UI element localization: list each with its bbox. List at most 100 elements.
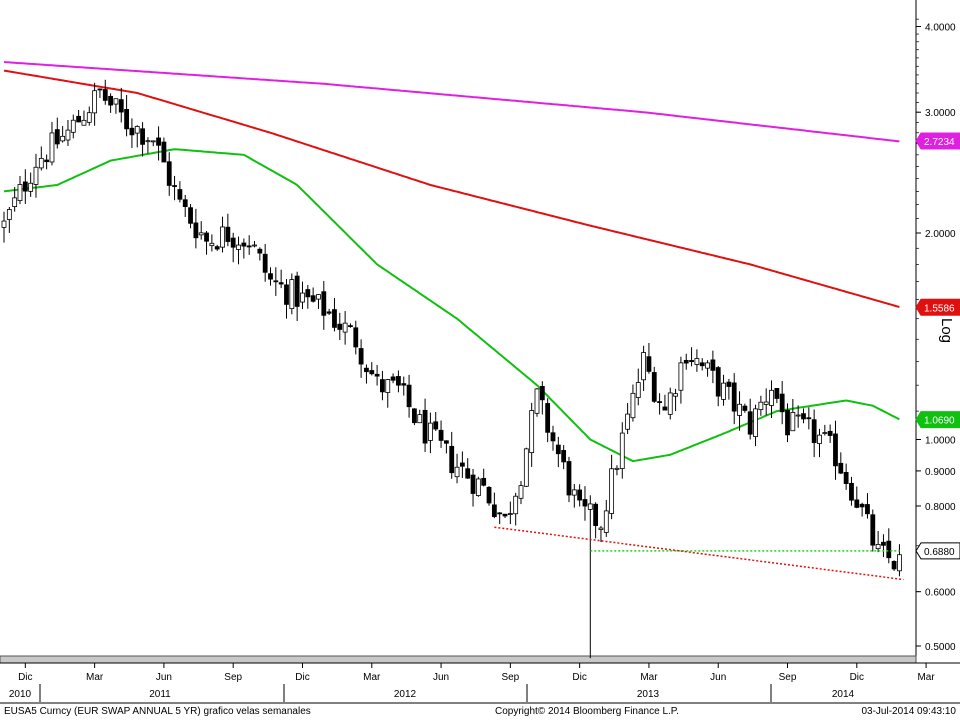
candle-body	[635, 382, 641, 398]
candle-body	[156, 137, 161, 146]
candle-body	[593, 503, 599, 526]
candle-body	[134, 126, 140, 134]
candle-body	[284, 284, 289, 305]
candle-body	[81, 119, 87, 126]
candle-body	[491, 504, 497, 517]
candle-body	[747, 411, 753, 435]
x-year-label: 2012	[394, 689, 417, 700]
candle-body	[678, 362, 684, 391]
candle-body	[102, 89, 108, 101]
x-year-label: 2010	[9, 689, 32, 700]
candle-body	[108, 95, 113, 106]
candle-body	[54, 129, 60, 145]
candle-body	[449, 445, 455, 474]
candle-body	[577, 489, 583, 501]
candle-body	[785, 409, 790, 436]
candle-body	[470, 474, 476, 494]
candle-body	[731, 382, 737, 412]
candle-body	[763, 401, 769, 405]
candle-body	[689, 360, 694, 363]
candle-body	[305, 289, 311, 298]
candle-body	[513, 495, 519, 515]
last-value-badge: 0.6880	[915, 542, 960, 560]
y-tick-label: 2.0000	[925, 229, 956, 240]
moving-average-line-2	[3, 69, 900, 308]
candle-body	[385, 379, 391, 393]
y-tick-label: 0.9000	[925, 467, 956, 478]
candle-body	[667, 392, 673, 415]
badge-label: 1.5586	[924, 303, 955, 314]
last-value-badge: 1.5586	[915, 298, 960, 316]
candle-body	[262, 253, 268, 273]
candle-body	[124, 109, 129, 130]
candle-body	[86, 112, 92, 123]
candle-body	[550, 432, 556, 442]
candle-body	[486, 486, 492, 504]
support-lines	[494, 526, 904, 581]
candle-body	[188, 207, 193, 224]
candle-body	[849, 482, 854, 501]
candle-body	[790, 412, 796, 432]
candle-body	[497, 512, 503, 515]
footer-timestamp: 03-Jul-2014 09:43:10	[861, 706, 956, 717]
candle-body	[854, 499, 860, 508]
candle-body	[539, 385, 545, 401]
candle-body	[694, 358, 700, 365]
x-month-label: Sep	[779, 672, 797, 683]
candle-body	[758, 401, 764, 411]
x-month-label: Mar	[86, 672, 104, 683]
candle-body	[113, 98, 119, 105]
candle-body	[1, 220, 7, 228]
candle-body	[49, 132, 55, 163]
candle-body	[721, 382, 726, 400]
candle-body	[236, 244, 241, 250]
candle-body	[294, 275, 300, 307]
candle-body	[459, 462, 465, 467]
candle-body	[838, 462, 844, 474]
x-month-label: Jun	[433, 672, 449, 683]
candle-body	[465, 468, 471, 479]
candle-body	[193, 222, 199, 239]
candle-body	[209, 242, 215, 247]
candle-body	[843, 472, 849, 484]
y-tick-label: 3.0000	[925, 108, 956, 119]
candle-body	[897, 554, 902, 572]
candle-body	[177, 189, 183, 200]
candle-body	[443, 440, 449, 444]
moving-average-line-3	[3, 148, 900, 463]
candle-body	[683, 359, 689, 364]
candle-body	[571, 489, 577, 496]
x-month-label: Mar	[640, 672, 658, 683]
candle-body	[603, 510, 609, 533]
candle-body	[390, 376, 396, 381]
candle-body	[737, 403, 742, 416]
candle-body	[140, 128, 145, 145]
candle-body	[182, 199, 188, 207]
x-month-label: Dic	[295, 672, 309, 683]
moving-averages	[3, 61, 900, 463]
badge-label: 2.7234	[924, 137, 955, 148]
y-tick-label: 0.8000	[925, 502, 956, 513]
candle-body	[300, 292, 305, 303]
candle-body	[396, 376, 401, 386]
candle-body	[17, 184, 23, 202]
candle-body	[609, 468, 615, 514]
candle-body	[641, 352, 646, 381]
candle-body	[198, 232, 204, 236]
candle-body	[374, 373, 380, 377]
candle-body	[865, 504, 870, 515]
y-tick-label: 0.5000	[925, 642, 956, 653]
x-year-label: 2014	[832, 689, 855, 700]
candle-body	[12, 197, 18, 207]
x-month-label: Mar	[917, 672, 935, 683]
candle-body	[587, 503, 593, 510]
candle-body	[65, 129, 71, 141]
candle-body	[481, 477, 487, 486]
candle-body	[289, 279, 295, 310]
candle-body	[412, 408, 417, 424]
candle-body	[801, 413, 806, 420]
candle-body	[859, 503, 865, 508]
candle-body	[369, 370, 375, 375]
candle-body	[507, 513, 513, 515]
x-month-label: Dic	[850, 672, 864, 683]
